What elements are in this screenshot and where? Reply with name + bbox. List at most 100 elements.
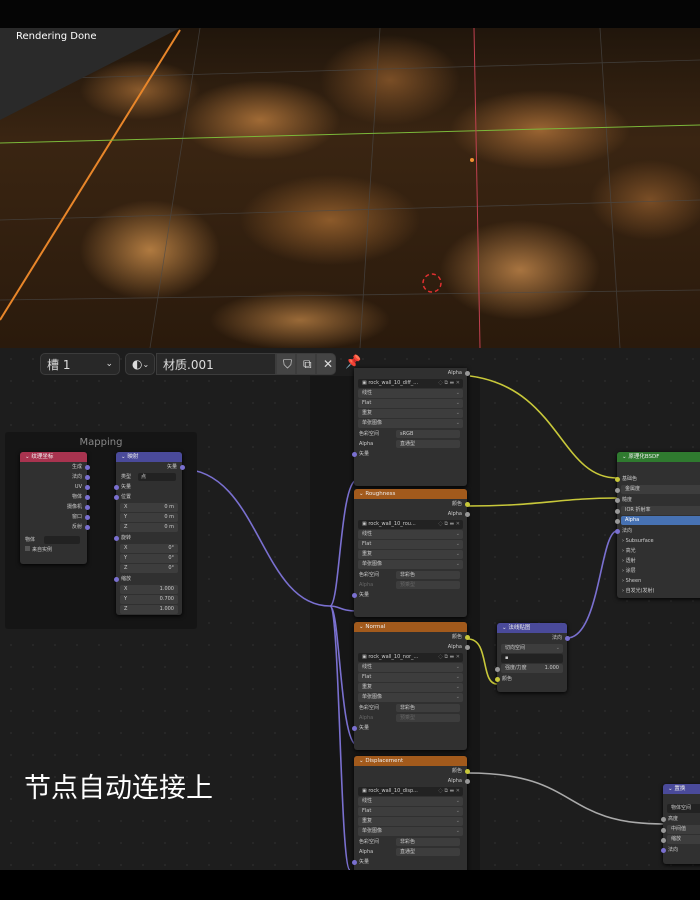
extension-dropdown[interactable]: 重复 ⌄ (358, 550, 463, 559)
vector-socket[interactable] (351, 725, 357, 731)
output-socket[interactable] (84, 494, 90, 500)
image-actions-icon[interactable]: ◌ ⧉ ▬ ✕ (438, 787, 460, 796)
scale-z-field[interactable]: Z 1.000 (120, 605, 178, 614)
input-socket[interactable] (614, 497, 620, 503)
output-socket[interactable] (84, 504, 90, 510)
node-header[interactable]: ⌄ Roughness (354, 489, 467, 499)
output-socket[interactable] (84, 484, 90, 490)
scale-y-field[interactable]: Y 0.700 (120, 595, 178, 604)
image-texture-node[interactable]: ⌄ Displacement 颜色 Alpha ▣ rock_wall_10_disp… (351, 756, 470, 884)
image-actions-icon[interactable]: ◌ ⧉ ▬ ✕ (438, 653, 460, 662)
image-selector[interactable]: ▣ rock_wall_10_nor_... ◌ ⧉ ▬ ✕ (358, 653, 463, 662)
bsdf-input-3[interactable]: IOR 折射率 (615, 506, 700, 515)
bsdf-input-4[interactable]: Alpha (615, 516, 700, 525)
alpha-mode-dropdown[interactable]: 直通型 (396, 440, 460, 448)
color-space-dropdown[interactable]: 非彩色 (396, 704, 460, 712)
color-space-row[interactable]: 色彩空间 sRGB (354, 429, 467, 439)
bsdf-panel-3[interactable]: › 涂层 (617, 566, 700, 576)
image-actions-icon[interactable]: ◌ ⧉ ▬ ✕ (438, 520, 460, 529)
image-selector[interactable]: ▣ rock_wall_10_diff_... ◌ ⧉ ▬ ✕ (358, 379, 463, 388)
input-socket[interactable] (615, 508, 620, 514)
color-space-dropdown[interactable]: sRGB (396, 430, 460, 438)
interpolation-dropdown[interactable]: 线性 ⌄ (358, 389, 463, 398)
alpha-mode-row[interactable]: Alpha 直通型 (354, 847, 467, 857)
midlevel-field[interactable]: 中间值 (661, 825, 700, 834)
alpha-socket[interactable] (464, 370, 470, 376)
bsdf-panel-4[interactable]: › Sheen (617, 576, 700, 586)
scale-field[interactable]: 缩放 (661, 835, 700, 844)
color-socket[interactable] (464, 768, 470, 774)
node-header[interactable]: ⌄ Normal (354, 622, 467, 632)
projection-dropdown[interactable]: Flat ⌄ (358, 673, 463, 682)
rotation-z-field[interactable]: Z 0° (120, 564, 178, 573)
alpha-mode-row[interactable]: Alpha 直通型 (354, 439, 467, 449)
vector-socket[interactable] (351, 592, 357, 598)
interpolation-dropdown[interactable]: 线性 ⌄ (358, 663, 463, 672)
bsdf-input-1[interactable]: 金属度 (615, 485, 700, 494)
scale-x-field[interactable]: X 1.000 (120, 585, 178, 594)
color-space-row[interactable]: 色彩空间 非彩色 (354, 570, 467, 580)
shader-node-editor[interactable]: 槽 1 ⌄ ◐ ⌄ 材质.001 ⛉ ⧉ ✕ 📌 Mapping ⌄ 纹理坐标 生成… (0, 348, 700, 884)
extension-dropdown[interactable]: 重复 ⌄ (358, 409, 463, 418)
color-socket[interactable] (464, 501, 470, 507)
input-socket[interactable] (113, 535, 119, 541)
object-field[interactable]: 物体 (20, 535, 87, 545)
projection-dropdown[interactable]: Flat ⌄ (358, 399, 463, 408)
from-instancer-checkbox[interactable]: 来自实例 (20, 545, 87, 555)
displacement-node[interactable]: ⌄ 置换 物体空间 高度 中间值 缩放 法向 (660, 784, 700, 864)
extension-dropdown[interactable]: 重复 ⌄ (358, 683, 463, 692)
bsdf-panel-0[interactable]: › Subsurface (617, 536, 700, 546)
principled-bsdf-node[interactable]: ⌄ 原理化BSDF 基础色 金属度 糙度 IOR 折射率 Alpha 法向 › Subsur… (614, 452, 700, 598)
source-dropdown[interactable]: 单张图像 ⌄ (358, 419, 463, 428)
source-dropdown[interactable]: 单张图像 ⌄ (358, 693, 463, 702)
alpha-socket[interactable] (464, 644, 470, 650)
node-header[interactable]: ⌄ 映射 (116, 452, 182, 462)
image-actions-icon[interactable]: ◌ ⧉ ▬ ✕ (438, 379, 460, 388)
rotation-x-field[interactable]: X 0° (120, 544, 178, 553)
projection-dropdown[interactable]: Flat ⌄ (358, 540, 463, 549)
input-socket[interactable] (615, 487, 620, 493)
color-space-row[interactable]: 色彩空间 非彩色 (354, 837, 467, 847)
alpha-socket[interactable] (464, 511, 470, 517)
node-header[interactable]: ⌄ 法线贴图 (497, 623, 567, 633)
input-socket[interactable] (614, 528, 620, 534)
type-dropdown[interactable]: 类型点 (116, 472, 182, 482)
strength-field[interactable]: 强度/力度 1.000 (495, 664, 563, 673)
output-socket[interactable] (84, 474, 90, 480)
bsdf-panel-2[interactable]: › 透射 (617, 556, 700, 566)
space-dropdown[interactable]: 切向空间 ⌄ (501, 644, 563, 653)
node-header[interactable]: ⌄ Displacement (354, 756, 467, 766)
mapping-node[interactable]: ⌄ 映射 矢量 类型点 矢量 位置 X 0 m Y 0 m Z 0 m 旋转 X 0° Y 0° Z 0°… (113, 452, 185, 615)
image-selector[interactable]: ▣ rock_wall_10_disp... ◌ ⧉ ▬ ✕ (358, 787, 463, 796)
output-socket[interactable] (84, 514, 90, 520)
input-socket[interactable] (614, 476, 620, 482)
vector-socket[interactable] (351, 451, 357, 457)
interpolation-dropdown[interactable]: 线性 ⌄ (358, 797, 463, 806)
alpha-mode-dropdown[interactable]: 预乘型 (396, 714, 460, 722)
location-x-field[interactable]: X 0 m (120, 503, 178, 512)
color-space-dropdown[interactable]: 非彩色 (396, 571, 460, 579)
normal-map-node[interactable]: ⌄ 法线贴图 法向 切向空间 ⌄ ▪ 强度/力度 1.000 颜色 (494, 623, 570, 692)
alpha-mode-dropdown[interactable]: 预乘型 (396, 581, 460, 589)
3d-viewport[interactable]: Rendering Done (0, 0, 700, 348)
alpha-mode-row[interactable]: Alpha 预乘型 (354, 713, 467, 723)
image-selector[interactable]: ▣ rock_wall_10_rou... ◌ ⧉ ▬ ✕ (358, 520, 463, 529)
image-texture-node[interactable]: ⌄ Normal 颜色 Alpha ▣ rock_wall_10_nor_... ◌ ⧉… (351, 622, 470, 750)
source-dropdown[interactable]: 单张图像 ⌄ (358, 827, 463, 836)
color-space-row[interactable]: 色彩空间 非彩色 (354, 703, 467, 713)
output-socket[interactable] (84, 524, 90, 530)
node-header[interactable]: ⌄ 原理化BSDF (617, 452, 700, 462)
node-header[interactable]: ⌄ 置换 (663, 784, 700, 794)
location-y-field[interactable]: Y 0 m (120, 513, 178, 522)
vector-socket[interactable] (351, 859, 357, 865)
projection-dropdown[interactable]: Flat ⌄ (358, 807, 463, 816)
output-socket[interactable] (84, 464, 90, 470)
extension-dropdown[interactable]: 重复 ⌄ (358, 817, 463, 826)
texture-coordinate-node[interactable]: ⌄ 纹理坐标 生成 法向 UV 物体 摄像机 窗口 反射 物体 来自实例 (20, 452, 90, 564)
color-space-dropdown[interactable]: 非彩色 (396, 838, 460, 846)
input-socket[interactable] (113, 494, 119, 500)
alpha-mode-row[interactable]: Alpha 预乘型 (354, 580, 467, 590)
alpha-mode-dropdown[interactable]: 直通型 (396, 848, 460, 856)
interpolation-dropdown[interactable]: 线性 ⌄ (358, 530, 463, 539)
rotation-y-field[interactable]: Y 0° (120, 554, 178, 563)
